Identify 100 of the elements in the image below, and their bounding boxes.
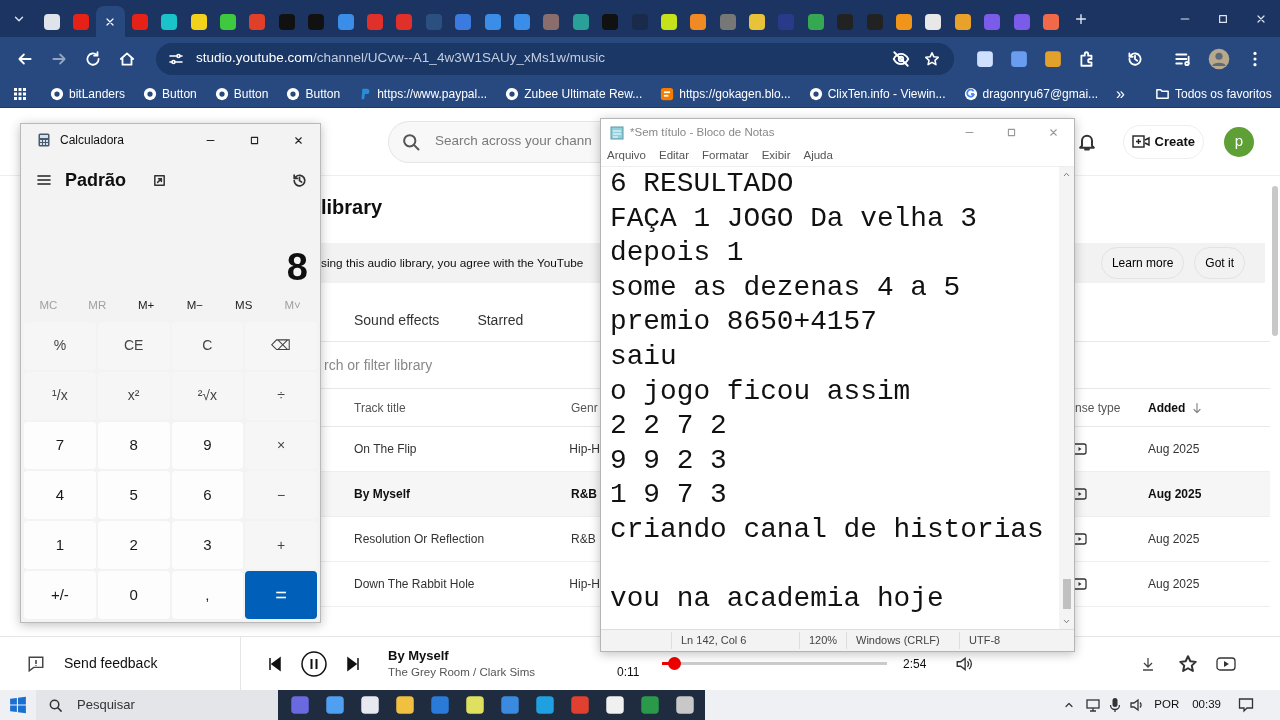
apps-grid-icon[interactable] — [12, 85, 28, 102]
memory-button[interactable]: M− — [170, 294, 220, 318]
all-bookmarks[interactable]: Todos os favoritos — [1149, 84, 1278, 103]
calculator-key[interactable]: 4 — [24, 471, 96, 520]
previous-icon[interactable] — [267, 655, 283, 672]
calculator-key[interactable]: 5 — [97, 471, 170, 520]
menu-item[interactable]: Exibir — [761, 147, 791, 165]
calculator-key[interactable]: = — [245, 571, 317, 619]
filter-field[interactable]: rch or filter library — [324, 354, 433, 376]
language-indicator[interactable]: POR — [1154, 696, 1180, 714]
menu-item[interactable]: Ajuda — [803, 147, 833, 165]
site-icon — [808, 86, 823, 101]
bookmark[interactable]: Zubee Ultimate Rew... — [499, 84, 649, 103]
bookmark[interactable]: ClixTen.info - Viewin... — [802, 84, 952, 103]
progress-thumb[interactable] — [668, 657, 682, 670]
bookmark[interactable]: Button — [208, 84, 275, 103]
text-line: 9 9 2 3 — [609, 443, 728, 478]
search-icon — [48, 697, 63, 713]
status-text: 120% — [799, 632, 846, 649]
scrollbar[interactable] — [1272, 186, 1278, 336]
search-field[interactable]: Search across your chann — [388, 120, 600, 163]
calculator-key[interactable]: 6 — [171, 471, 244, 520]
license-icon — [1075, 533, 1087, 545]
memory-button[interactable]: M+ — [121, 294, 171, 318]
scroll-up-icon[interactable] — [1062, 170, 1071, 179]
history-icon[interactable] — [291, 171, 308, 189]
notification-icon[interactable] — [1238, 697, 1254, 713]
clock[interactable]: 00:39 — [1192, 696, 1221, 714]
calculator-key[interactable]: 7 — [24, 421, 96, 470]
calculator-key[interactable]: 9 — [171, 421, 244, 470]
bookmark[interactable]: dragonryu67@gmai... — [957, 84, 1105, 103]
menu-item[interactable]: Formatar — [702, 147, 749, 165]
calculator-key[interactable]: 3 — [171, 521, 244, 570]
eye-off-icon[interactable] — [892, 49, 910, 68]
date-text: Aug 2025 — [1148, 576, 1200, 593]
got-it-button[interactable]: Got it — [1194, 247, 1245, 279]
maximize-icon — [248, 134, 260, 146]
text-line: vou na academia hoje — [609, 582, 945, 617]
keep-on-top-icon[interactable] — [152, 172, 168, 188]
maximize-icon — [1217, 12, 1229, 25]
download-icon[interactable] — [1140, 655, 1156, 672]
feedback-icon[interactable] — [27, 654, 45, 673]
app-icon[interactable] — [465, 695, 485, 715]
display-value: 8 — [286, 248, 308, 286]
page-title: library — [321, 195, 383, 220]
calculator-key[interactable]: 1 — [24, 521, 96, 570]
track-row[interactable]: By Myself R&B — [321, 472, 600, 517]
scrollbar-thumb[interactable] — [1062, 579, 1071, 609]
pause-button[interactable] — [301, 650, 327, 677]
star-icon[interactable] — [1178, 653, 1198, 674]
app-icon[interactable] — [605, 695, 625, 715]
bookmark[interactable]: https://gokagen.blo... — [654, 84, 797, 103]
bookmark[interactable]: https://www.paypal... — [352, 84, 494, 103]
sort-down-icon[interactable] — [1191, 401, 1204, 414]
library-tab[interactable]: Sound effects — [354, 300, 440, 341]
calculator-key[interactable]: 2 — [97, 521, 170, 570]
bookmark[interactable]: Button — [280, 84, 347, 103]
genre-text: Hip-H — [569, 441, 600, 458]
taskbar-search-field[interactable]: Pesquisar — [36, 690, 278, 720]
genre-text: Hip-H — [569, 576, 600, 593]
profile-icon[interactable] — [1208, 47, 1230, 70]
status-text: Windows (CRLF) — [846, 632, 959, 649]
bookmark[interactable]: bitLanders — [44, 84, 132, 103]
app-icon[interactable] — [395, 695, 415, 715]
library-tab[interactable]: Starred — [477, 300, 524, 341]
learn-more-button[interactable]: Learn more — [1100, 247, 1185, 279]
column-header: Genr — [571, 399, 598, 417]
star-icon[interactable] — [924, 50, 940, 67]
scroll-down-icon[interactable] — [1062, 617, 1071, 626]
text-line: criando canal de historias — [609, 512, 1045, 547]
calculator-key[interactable]: , — [171, 571, 244, 619]
start-icon[interactable] — [9, 696, 27, 714]
calculator-key[interactable]: 8 — [97, 421, 170, 470]
microphone-icon[interactable] — [1109, 697, 1122, 713]
next-icon[interactable] — [345, 655, 361, 672]
more-bookmarks-button[interactable]: » — [1110, 81, 1131, 106]
volume-icon[interactable] — [955, 654, 973, 673]
menu-icon[interactable] — [36, 172, 52, 188]
reload-icon[interactable] — [84, 49, 102, 68]
google-icon — [963, 86, 978, 101]
elapsed-time: 0:11 — [617, 663, 641, 681]
menu-item[interactable]: Editar — [659, 147, 690, 165]
create-button[interactable]: Create — [1122, 124, 1204, 159]
calculator-key[interactable]: +/- — [24, 571, 96, 619]
app-icon[interactable] — [325, 695, 345, 715]
address-bar[interactable]: studio.youtube.com/channel/UCvw--A1_4w3W1SAUy_xMs1w/music — [156, 42, 954, 75]
send-feedback-link[interactable]: Send feedback — [64, 653, 158, 674]
memory-button[interactable]: MS — [219, 294, 269, 318]
network-icon[interactable] — [1085, 697, 1102, 713]
site-icon — [505, 86, 520, 101]
track-row[interactable]: Aug 2025 — [1075, 472, 1270, 517]
bookmark[interactable]: Button — [137, 84, 203, 103]
add-video-icon — [1131, 133, 1150, 150]
app-icon[interactable] — [675, 695, 695, 715]
column-header[interactable]: Added — [1148, 398, 1186, 417]
date-text: Aug 2025 — [1148, 441, 1200, 458]
site-icon — [50, 86, 64, 101]
app-icon[interactable] — [360, 695, 380, 715]
menu-item[interactable]: Arquivo — [607, 147, 646, 165]
calculator-key[interactable]: 0 — [97, 571, 170, 619]
